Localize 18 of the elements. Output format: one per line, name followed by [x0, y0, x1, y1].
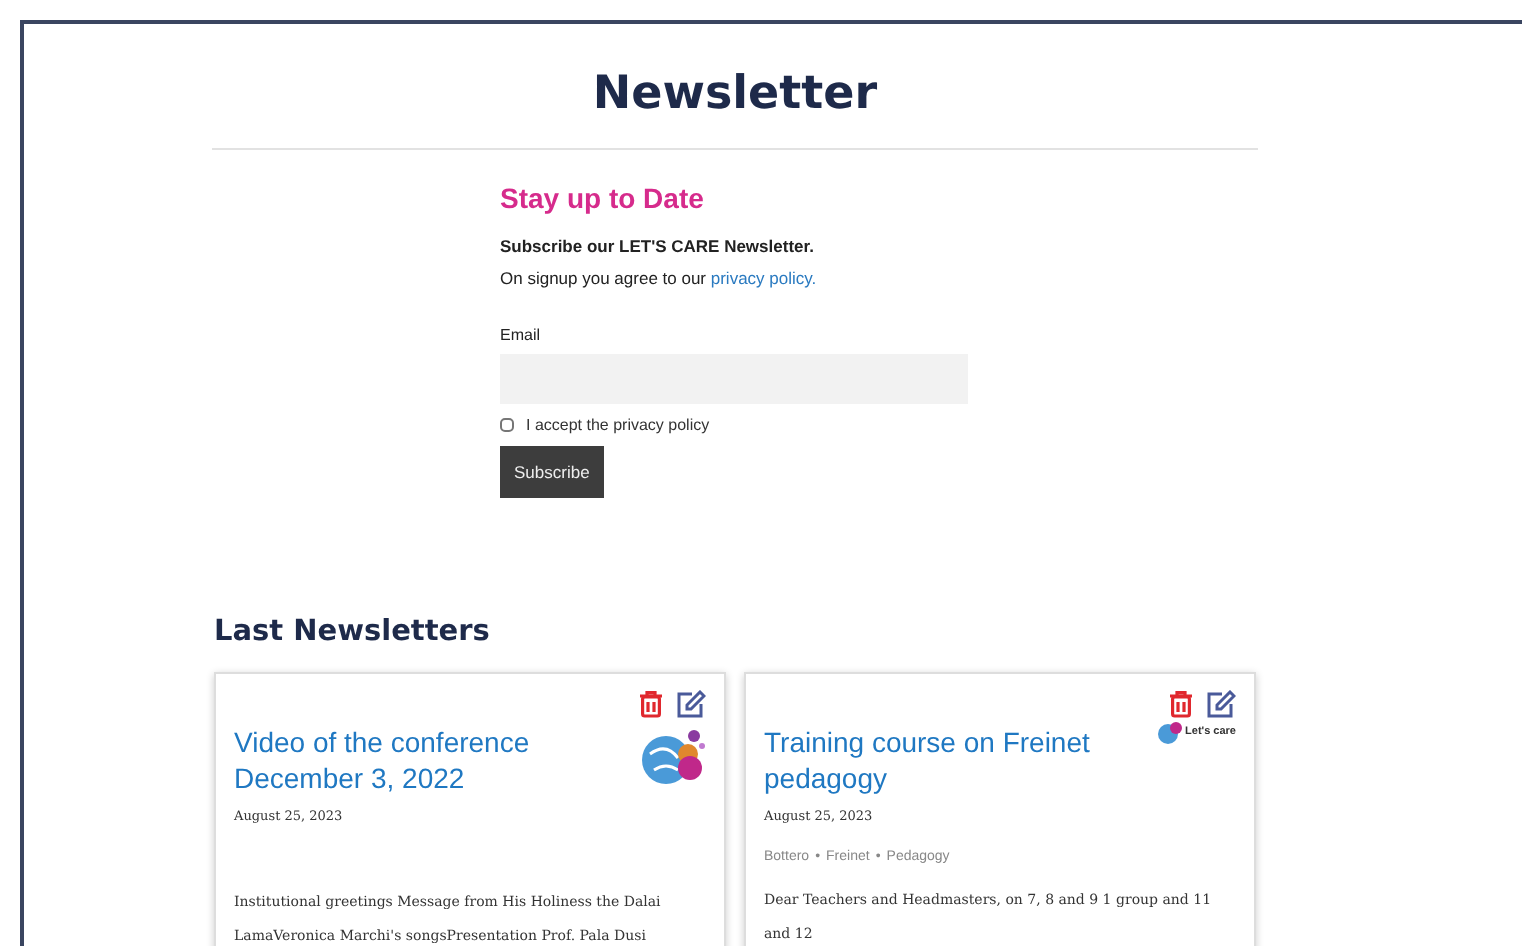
trash-icon[interactable] [1168, 690, 1194, 718]
subscribe-button[interactable]: Subscribe [500, 446, 604, 498]
globe-logo-icon [638, 726, 706, 786]
privacy-checkbox[interactable] [500, 418, 514, 432]
page-title: Newsletter [590, 68, 880, 120]
signup-intro: Subscribe our LET'S CARE Newsletter. [500, 236, 816, 256]
section-title: Last Newsletters [214, 616, 492, 648]
consent-text: On signup you agree to our privacy policy. [500, 268, 819, 288]
privacy-checkbox-label: I accept the privacy policy [526, 416, 710, 434]
edit-icon[interactable] [676, 690, 706, 718]
edit-icon[interactable] [1206, 690, 1236, 718]
logo-icon [1157, 720, 1182, 744]
trash-icon[interactable] [638, 690, 664, 718]
email-label: Email [500, 326, 543, 344]
privacy-policy-link[interactable]: privacy policy. [710, 268, 817, 288]
newsletter-title-link[interactable]: Video of the conference December 3, 2022 [234, 724, 614, 796]
signup-heading: Stay up to Date [500, 180, 706, 216]
newsletter-title-link[interactable]: Training course on Freinet pedagogy [764, 724, 1144, 796]
